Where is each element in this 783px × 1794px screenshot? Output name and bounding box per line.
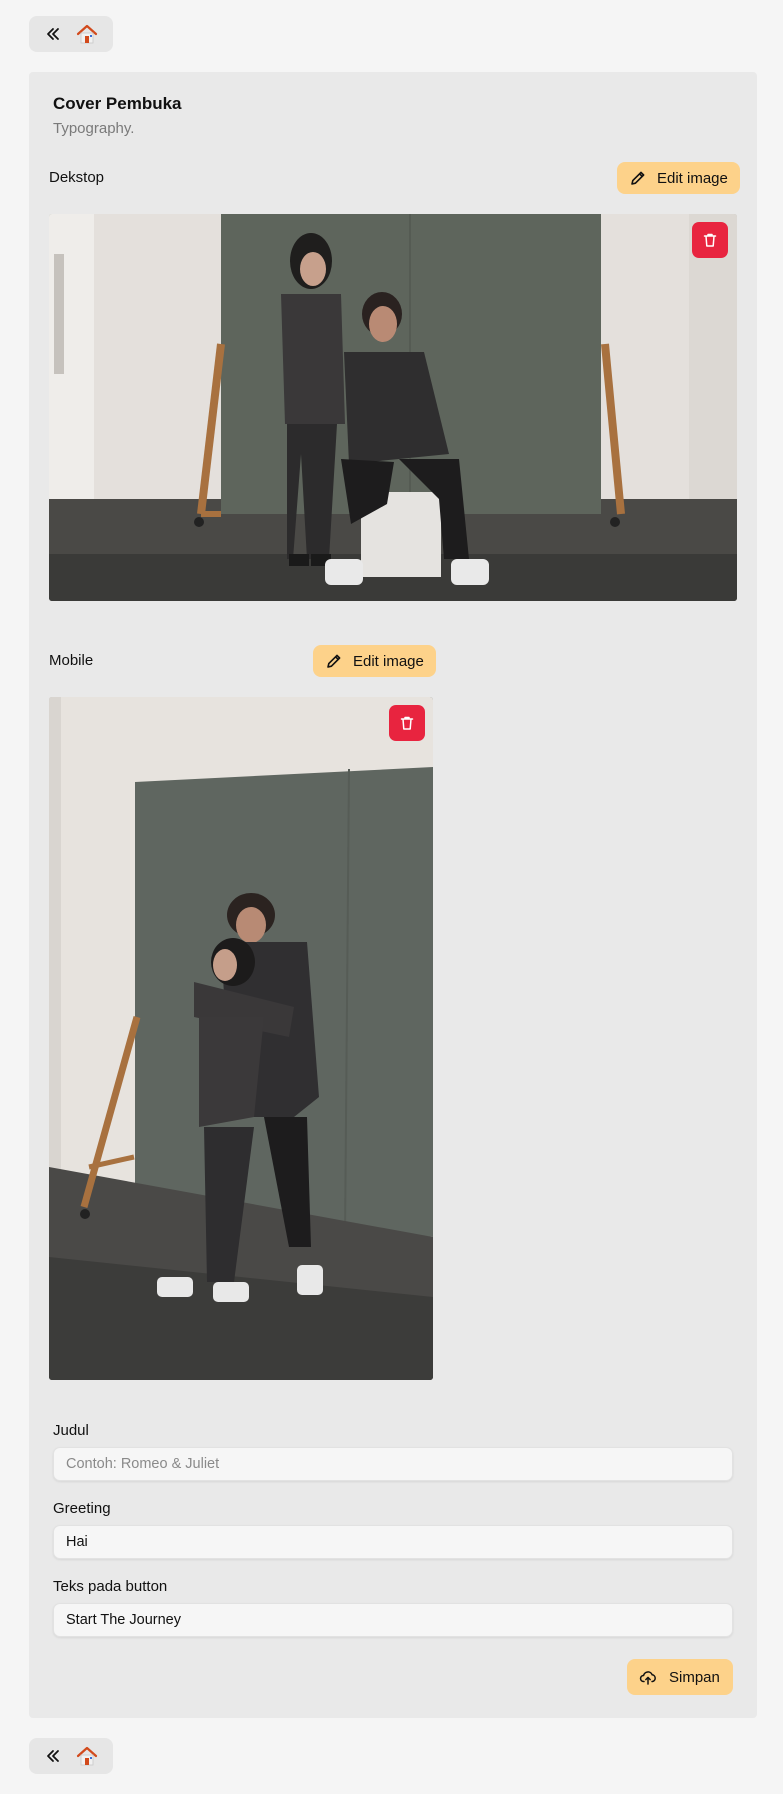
mobile-delete-image-button[interactable] — [389, 705, 425, 741]
home-button[interactable] — [75, 22, 99, 46]
mobile-photo — [49, 697, 433, 1380]
mobile-edit-image-label: Edit image — [353, 652, 424, 670]
home-icon — [76, 24, 98, 44]
pencil-icon — [327, 654, 341, 668]
mobile-cover-image — [49, 697, 433, 1380]
desktop-photo — [49, 214, 737, 601]
desktop-label: Dekstop — [49, 169, 105, 186]
cloud-upload-icon — [639, 1671, 656, 1685]
chevrons-left-icon — [47, 28, 59, 40]
home-icon — [76, 1746, 98, 1766]
page-subtitle: Typography. — [53, 120, 135, 137]
desktop-cover-image — [49, 214, 737, 601]
greeting-label: Greeting — [53, 1500, 111, 1517]
page-title: Cover Pembuka — [53, 94, 182, 113]
top-nav — [29, 16, 113, 52]
desktop-delete-image-button[interactable] — [692, 222, 728, 258]
button-text-label: Teks pada button — [53, 1578, 168, 1595]
pencil-icon — [631, 171, 645, 185]
save-button[interactable]: Simpan — [627, 1659, 733, 1695]
button-text-input[interactable] — [53, 1603, 733, 1637]
back-button[interactable] — [41, 22, 65, 46]
judul-label: Judul — [53, 1422, 89, 1439]
greeting-input[interactable] — [53, 1525, 733, 1559]
desktop-edit-image-label: Edit image — [657, 169, 728, 187]
trash-icon — [400, 716, 414, 730]
home-button[interactable] — [75, 1744, 99, 1768]
save-label: Simpan — [669, 1668, 720, 1686]
mobile-edit-image-button[interactable]: Edit image — [313, 645, 436, 677]
bottom-nav — [29, 1738, 113, 1774]
trash-icon — [703, 233, 717, 247]
back-button[interactable] — [41, 1744, 65, 1768]
desktop-edit-image-button[interactable]: Edit image — [617, 162, 740, 194]
mobile-label: Mobile — [49, 652, 94, 669]
judul-input[interactable] — [53, 1447, 733, 1481]
chevrons-left-icon — [47, 1750, 59, 1762]
cover-editor-card: Cover Pembuka Typography. Dekstop Edit i… — [29, 72, 757, 1718]
